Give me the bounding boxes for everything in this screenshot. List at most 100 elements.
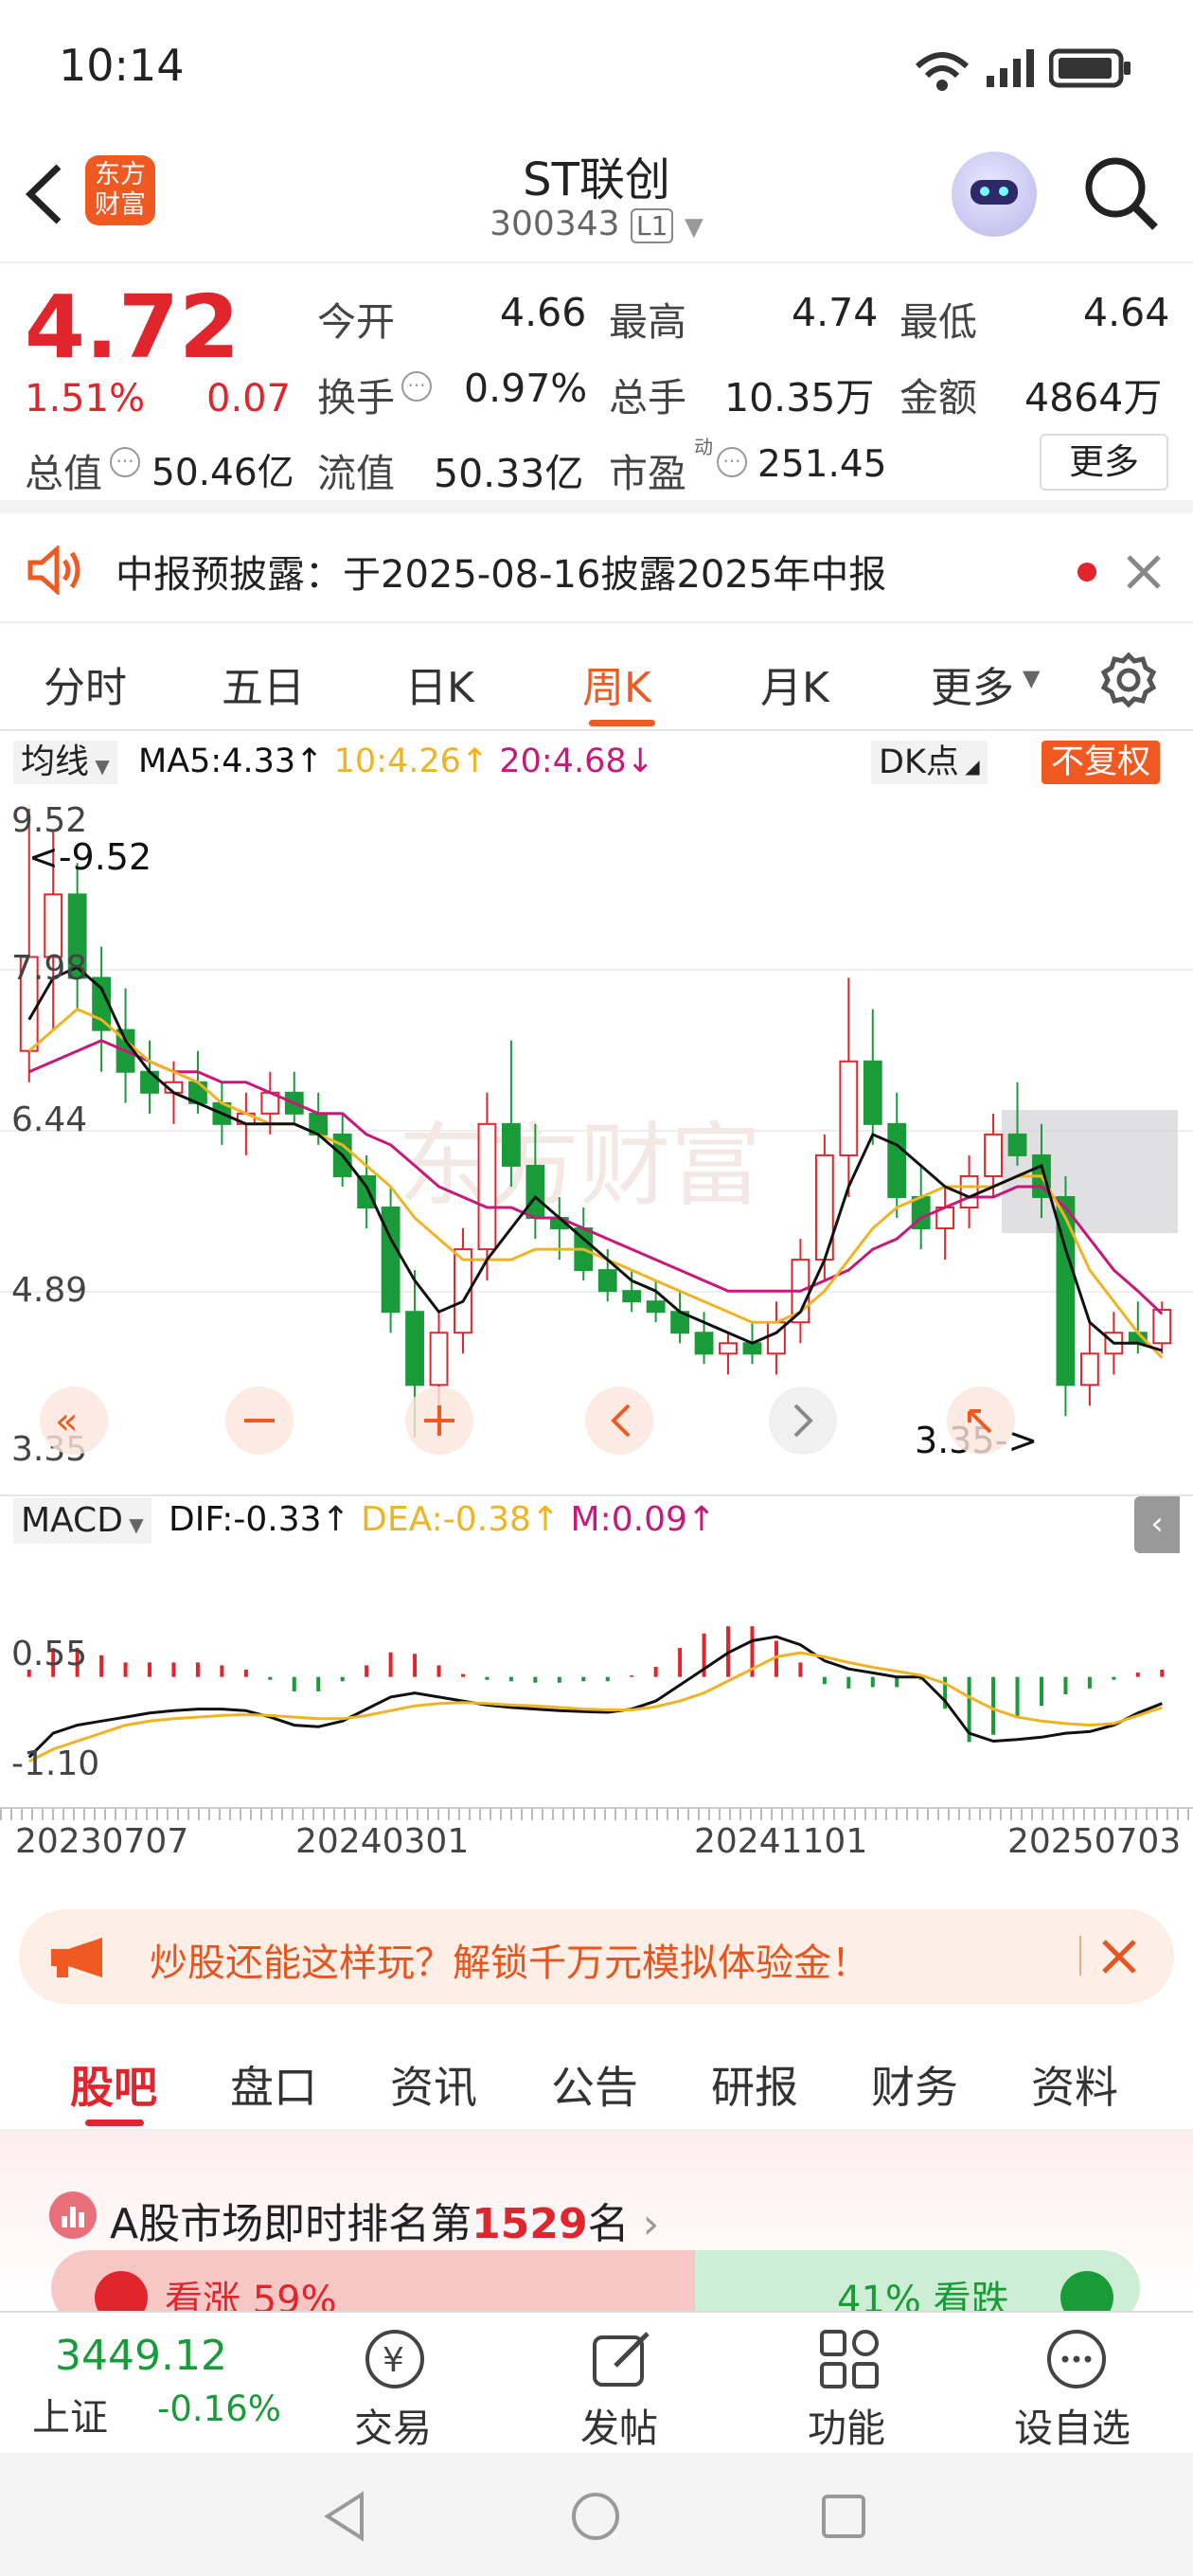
notice-text: 中报预披露：于2025-08-16披露2025年中报 — [116, 553, 887, 597]
edit-post-icon[interactable] — [589, 2326, 655, 2392]
tab-announcements[interactable]: 公告 — [551, 2053, 638, 2116]
macd-bar — [99, 1655, 104, 1677]
candle — [1079, 1322, 1099, 1406]
y-label-top: 9.52 — [11, 801, 87, 840]
index-value[interactable]: 3449.12 — [55, 2332, 227, 2380]
high-value: 4.74 — [792, 290, 879, 335]
current-price: 4.72 — [25, 277, 240, 378]
status-time: 10:14 — [59, 40, 185, 91]
zoom-in-button[interactable] — [405, 1386, 473, 1455]
info-icon[interactable]: ··· — [717, 447, 747, 477]
wifi-icon — [915, 52, 970, 91]
x-axis-ticks — [0, 1807, 1193, 1820]
macd-bar — [195, 1662, 200, 1677]
turnover-value: 0.97% — [464, 366, 588, 411]
notice-bar[interactable]: 中报预披露：于2025-08-16披露2025年中报 — [0, 519, 1193, 623]
candle — [839, 977, 859, 1197]
scroll-right-button[interactable] — [769, 1386, 837, 1455]
tab-profile[interactable]: 资料 — [1031, 2053, 1118, 2116]
close-icon[interactable] — [1125, 553, 1163, 591]
tab-daily-k[interactable]: 日K — [405, 653, 474, 714]
tab-finance[interactable]: 财务 — [871, 2053, 958, 2116]
macd-bar — [508, 1676, 513, 1682]
pe-superscript: 动 — [694, 436, 713, 458]
change-percent: 1.51% — [25, 377, 146, 420]
tab-guba[interactable]: 股吧 — [70, 2053, 157, 2116]
rank-section: A股市场即时排名第1529名 › 看涨 59% 41% 看跌 — [0, 2131, 1193, 2326]
kline-svg[interactable]: 东方财富 9.52 7.98 6.44 4.89 3.35 <-9.52 3.3… — [0, 790, 1193, 1775]
macd-bar — [485, 1676, 490, 1680]
close-icon[interactable] — [1100, 1938, 1138, 1976]
volume-value: 10.35万 — [724, 375, 875, 420]
more-button[interactable]: 更多 — [1040, 434, 1168, 491]
tab-weekly-k[interactable]: 周K — [582, 653, 651, 714]
macd-bar — [895, 1676, 899, 1688]
nav-back-icon[interactable] — [322, 2491, 369, 2542]
candle — [1056, 1175, 1076, 1417]
trade-yen-icon[interactable]: ¥ — [362, 2326, 428, 2392]
macd-bar — [365, 1665, 369, 1677]
volume-label: 总手 — [609, 375, 686, 420]
amount-label: 金额 — [899, 375, 977, 420]
index-name[interactable]: 上证 — [32, 2387, 108, 2442]
ma-selector[interactable]: 均线 ▼ — [13, 741, 117, 784]
expand-icon[interactable] — [947, 1386, 1015, 1455]
scroll-left-button[interactable] — [585, 1386, 653, 1455]
macd-bar — [413, 1654, 418, 1677]
svg-text:«: « — [55, 1400, 78, 1443]
rank-text[interactable]: A股市场即时排名第1529名 › — [110, 2190, 659, 2250]
x-label-2: 20240301 — [295, 1822, 470, 1861]
scroll-left-fast-button[interactable]: « — [40, 1386, 108, 1455]
amount-value: 4864万 — [1024, 375, 1163, 420]
ma20-value: 20:4.68 — [499, 742, 627, 780]
promo-banner[interactable]: 炒股还能这样玩？解锁千万元模拟体验金！ — [19, 1909, 1174, 2004]
watchlist-label[interactable]: 设自选 — [1014, 2396, 1131, 2453]
candle — [92, 946, 112, 1072]
info-icon[interactable]: ··· — [110, 447, 140, 477]
macd-selector[interactable]: MACD ▼ — [13, 1498, 151, 1544]
divider — [0, 1494, 1193, 1496]
tab-news[interactable]: 资讯 — [390, 2053, 477, 2116]
function-label[interactable]: 功能 — [808, 2396, 885, 2453]
up-arrow-icon: ↑ — [295, 742, 324, 780]
corner-triangle-icon: ◢ — [958, 755, 980, 778]
float-value: 50.33亿 — [434, 451, 584, 496]
side-panel-toggle[interactable]: ‹ — [1134, 1496, 1180, 1553]
macd-bar — [171, 1662, 176, 1677]
tab-five-day[interactable]: 五日 — [222, 653, 305, 714]
dk-point-toggle[interactable]: DK点 ◢ — [871, 741, 988, 784]
back-arrow-icon[interactable] — [21, 161, 68, 227]
macd-bar — [148, 1662, 152, 1677]
tab-pankou[interactable]: 盘口 — [230, 2053, 317, 2116]
stock-code-row[interactable]: 300343 L1 ▼ — [473, 205, 720, 243]
info-icon[interactable]: ··· — [401, 371, 432, 402]
post-label[interactable]: 发帖 — [580, 2396, 658, 2453]
macd-bar — [991, 1676, 996, 1735]
pe-label: 市盈 — [609, 451, 686, 496]
search-icon[interactable] — [1081, 153, 1161, 233]
ma5-value: MA5:4.33 — [138, 742, 296, 780]
nav-recents-icon[interactable] — [820, 2493, 867, 2540]
tab-monthly-k[interactable]: 月K — [760, 653, 829, 714]
battery-icon — [1049, 48, 1131, 88]
zoom-out-button[interactable] — [225, 1386, 294, 1455]
add-watchlist-icon[interactable] — [1043, 2326, 1110, 2392]
function-grid-icon[interactable] — [816, 2326, 882, 2392]
macd-bar — [123, 1662, 128, 1677]
macd-bar — [1039, 1676, 1043, 1707]
eastmoney-logo[interactable]: 东方 财富 — [85, 155, 155, 225]
tab-research[interactable]: 研报 — [711, 2053, 798, 2116]
gear-icon[interactable] — [1100, 652, 1157, 708]
nav-home-icon[interactable] — [570, 2491, 621, 2542]
macd-bar — [822, 1676, 827, 1685]
trade-label[interactable]: 交易 — [354, 2396, 432, 2453]
adjust-mode-button[interactable]: 不复权 — [1042, 741, 1161, 784]
index-change: -0.16% — [157, 2388, 281, 2429]
ma-selector-label: 均线 — [21, 742, 90, 781]
x-label-4: 20250703 — [1007, 1822, 1182, 1861]
candle — [646, 1280, 666, 1323]
robot-assistant-icon[interactable] — [952, 152, 1037, 237]
tab-intraday[interactable]: 分时 — [44, 653, 127, 714]
tab-more[interactable]: 更多 — [931, 653, 1014, 714]
rank-suffix: 名 — [587, 2200, 630, 2248]
